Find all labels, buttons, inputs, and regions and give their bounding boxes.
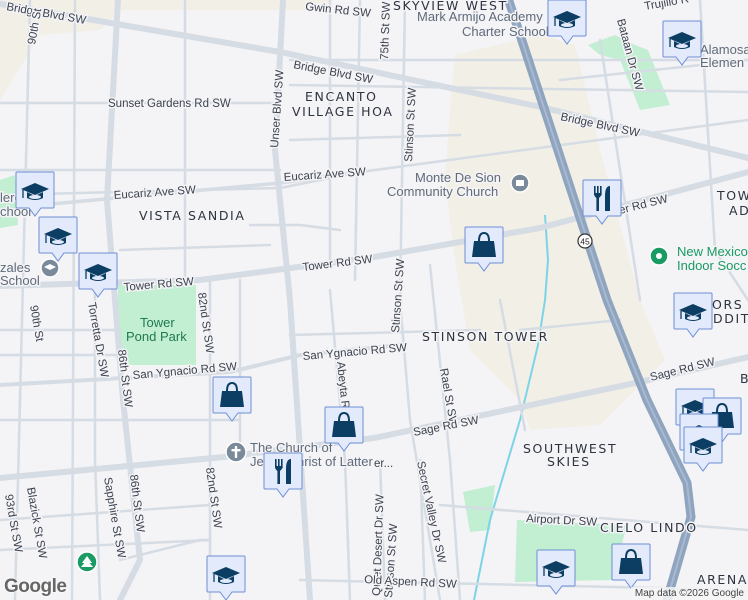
road-label-trujillo: Trujillo R <box>643 0 689 13</box>
poi-label-monte-de-sion[interactable]: Monte De Sion <box>414 169 503 187</box>
road-label-sapphire-st: Sapphire St SW <box>101 476 127 559</box>
road-label-stinson-st: Stinson St SW <box>390 258 407 333</box>
road-label-75th-st: 75th St SW <box>379 1 393 60</box>
school-pin[interactable] <box>662 20 702 66</box>
park-tree-icon[interactable] <box>76 551 98 573</box>
area-label-addition: DDITI <box>713 311 748 326</box>
school-pin[interactable] <box>683 426 723 472</box>
area-label-cielo-lindo: CIELO LINDO <box>600 520 698 535</box>
google-logo: Google <box>4 576 67 597</box>
road-label-93rd-st: 93rd St SW <box>2 493 24 553</box>
school-pin[interactable] <box>206 555 246 600</box>
road-label-sunset-gardens: Sunset Gardens Rd SW <box>108 98 231 110</box>
road-label-abeyta: Abeyta R <box>334 361 351 409</box>
road-label-82nd-st: 82nd St SW <box>195 292 215 355</box>
road-label-86th-st: 86th St SW <box>127 474 146 533</box>
poi-label-monte-de-sion[interactable]: Community Church <box>386 183 500 201</box>
poi-label-mark-armijo[interactable]: Charter School <box>461 23 551 41</box>
church-cross-icon[interactable] <box>225 441 247 463</box>
sports-venue-icon[interactable] <box>649 246 669 266</box>
shopping-pin[interactable] <box>212 376 252 422</box>
poi-label-truncated[interactable]: er... <box>373 457 395 472</box>
poi-label-gonzales-school[interactable]: School <box>0 272 41 290</box>
road-label-82nd-st: 82nd St SW <box>203 467 223 530</box>
area-label-tower-addition: AD <box>729 203 748 218</box>
road-label-tower-rd: Tower Rd SW <box>302 253 373 273</box>
area-label-arenal: ARENAL <box>697 572 748 587</box>
school-pin[interactable] <box>536 549 576 595</box>
poi-label-alamosa-elementary[interactable]: Elemen <box>699 54 746 72</box>
area-label-encanto: VILLAGE HOA <box>292 104 394 119</box>
map-data-credit[interactable]: Map data ©2026 Google <box>630 587 748 600</box>
road-label-90th-st: 90th St <box>27 304 45 343</box>
area-label-b: B <box>740 371 748 386</box>
poi-label-nm-indoor-soccer[interactable]: Indoor Socc <box>676 257 748 275</box>
highway-shield-number: 45 <box>580 237 590 247</box>
school-pin[interactable] <box>38 216 78 262</box>
area-label-encanto: ENCANTO <box>305 89 378 104</box>
road-label-tower-rd: er Rd SW <box>618 193 669 217</box>
poi-label-tower-pond-park[interactable]: Tower <box>139 314 176 331</box>
poi-label-tower-pond-park[interactable]: Pond Park <box>125 328 188 345</box>
road-label-torretta-dr: Torretta Dr SW <box>85 301 110 378</box>
church-icon[interactable] <box>510 173 530 193</box>
school-dot-icon[interactable] <box>40 258 60 278</box>
poi-label-nm-indoor-soccer[interactable]: New Mexico <box>676 243 748 261</box>
restaurant-pin[interactable] <box>263 452 303 498</box>
area-label-addition: ORS <box>712 297 743 312</box>
school-pin[interactable] <box>673 292 713 338</box>
poi-label-mark-armijo[interactable]: Mark Armijo Academy <box>416 8 545 26</box>
road-label-eucariz-ave: Eucariz Ave SW <box>283 166 366 184</box>
school-pin[interactable] <box>547 0 587 45</box>
map-canvas[interactable]: 45 Bridge Blvd SW Bridge Blvd SW Bridge … <box>0 0 748 600</box>
road-label-stinson-st: Stinson St SW <box>403 87 419 162</box>
road-label-san-ygnacio: San Ygnacio Rd SW <box>302 342 407 363</box>
area-label-vista-sandia: VISTA SANDIA <box>139 208 246 223</box>
area-label-tower-addition: TOWE <box>716 188 748 203</box>
shopping-pin[interactable] <box>611 543 651 589</box>
area-label-southwest-skies: SKIES <box>547 454 591 469</box>
road-label-unser-blvd: Unser Blvd SW <box>269 69 286 148</box>
area-label-stinson-tower: STINSON TOWER <box>422 329 549 344</box>
road-label-gwin-rd: Gwin Rd SW <box>305 1 372 20</box>
